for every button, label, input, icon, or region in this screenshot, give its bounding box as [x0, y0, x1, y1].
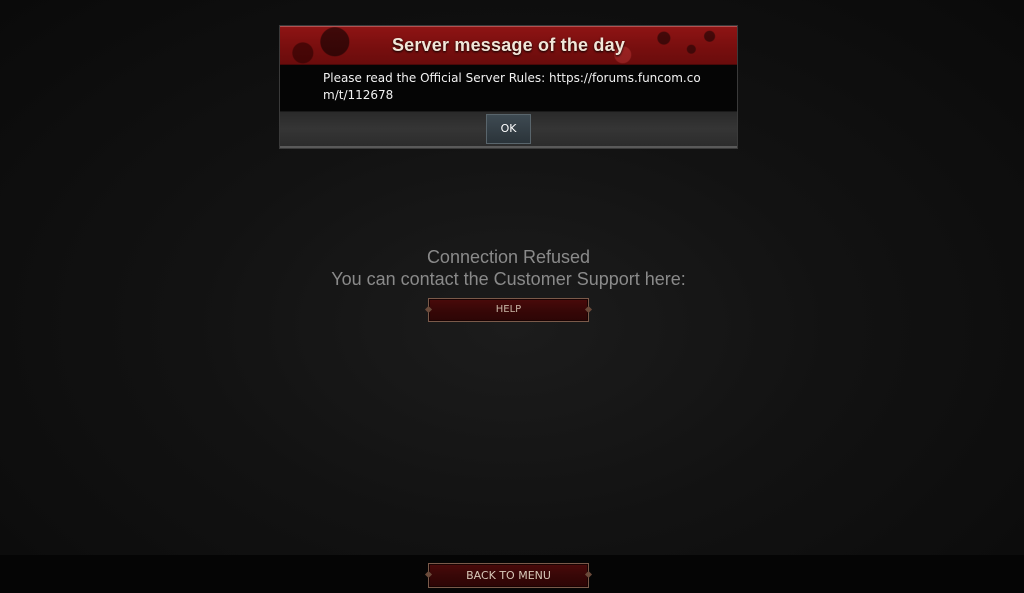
support-contact-text: You can contact the Customer Support her…	[331, 269, 686, 289]
bottom-bar: BACK TO MENU	[0, 555, 1024, 593]
motd-dialog: Server message of the day Please read th…	[280, 26, 737, 148]
game-screen: Server message of the day Please read th…	[0, 0, 1024, 593]
help-button[interactable]: HELP	[428, 298, 589, 322]
back-to-menu-button[interactable]: BACK TO MENU	[428, 563, 589, 588]
motd-title: Server message of the day	[391, 35, 626, 55]
ok-button[interactable]: OK	[486, 114, 531, 144]
connection-status-title: Connection Refused	[426, 247, 591, 267]
motd-footer: OK	[280, 111, 737, 148]
motd-message: Please read the Official Server Rules: h…	[323, 71, 701, 102]
